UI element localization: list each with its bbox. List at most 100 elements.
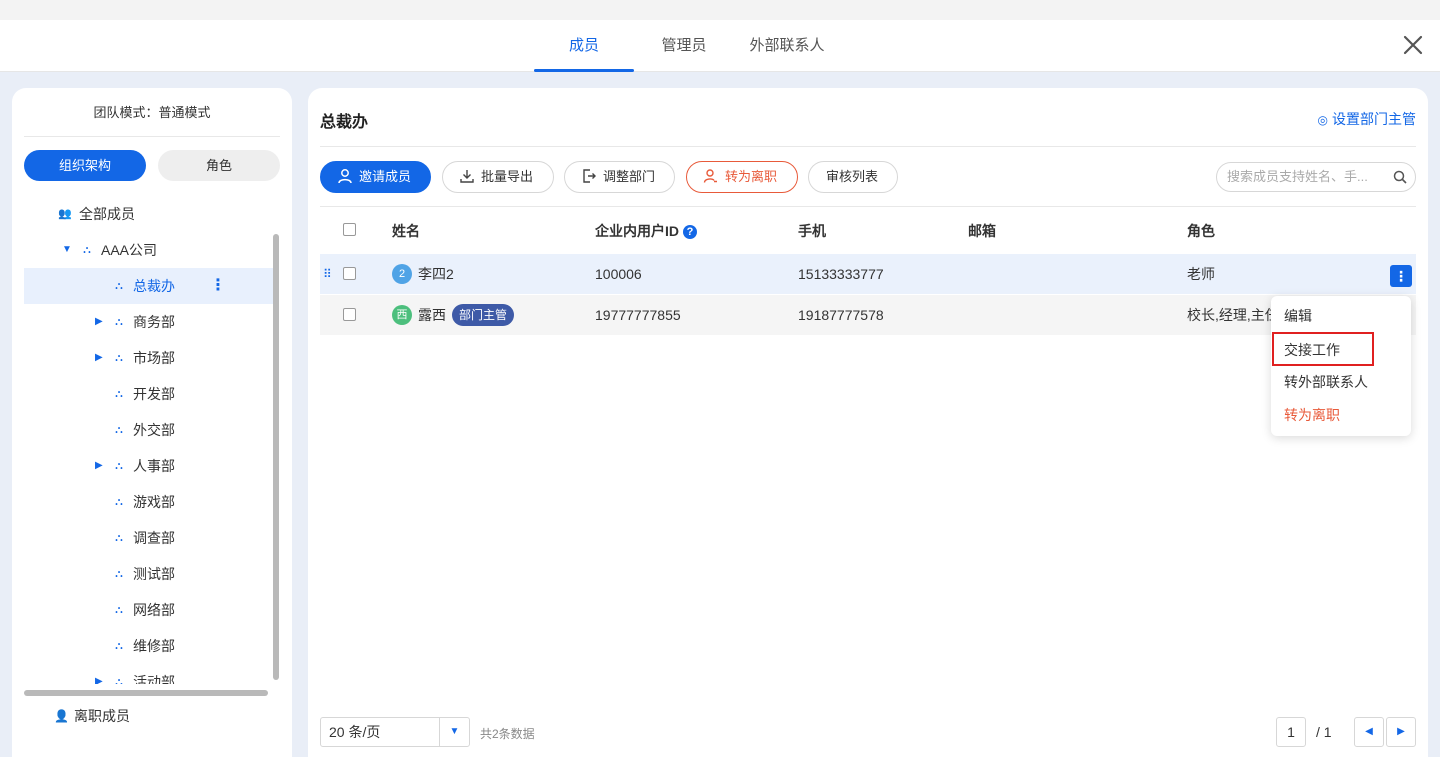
col-header-name: 姓名 [392,223,420,239]
caret-down-icon[interactable]: ▼ [62,232,72,268]
col-header-uid-label: 企业内用户ID [595,223,679,239]
org-icon: ⛬ [115,352,123,364]
tree-item-dev[interactable]: ⛬ 开发部 [24,376,278,412]
member-role: 校长,经理,主任 [1187,307,1279,323]
tree-item-label: 总裁办 [133,278,175,294]
help-icon[interactable]: ? [683,225,697,239]
org-sidebar: 团队模式：普通模式 组织架构 角色 👥 全部成员 ▼ ⛬ AAA公司 ⛬ 总裁办… [12,88,292,757]
window-background [0,0,1440,20]
caret-right-icon[interactable]: ▶ [95,448,105,484]
tree-horizontal-scrollbar[interactable] [24,690,268,696]
caret-right-icon[interactable]: ▶ [95,340,105,376]
row-more-icon[interactable]: ⋮ [1390,265,1412,287]
tree-item-president-office[interactable]: ⛬ 总裁办 ⋮ [24,268,278,304]
select-all-checkbox[interactable] [343,223,356,236]
close-icon[interactable] [1400,32,1426,58]
member-name: 露西 [418,307,446,323]
page-number-input[interactable]: 1 [1276,717,1306,747]
page-size-select[interactable]: 20 条/页 ▼ [320,717,470,747]
row-checkbox[interactable] [343,267,356,280]
tree-item-marketing[interactable]: ▶ ⛬ 市场部 [24,340,278,376]
invite-label: 邀请成员 [359,169,412,184]
review-list-button[interactable]: 审核列表 [808,161,898,193]
user-off-icon: 👤 [54,709,69,723]
tree-item-label: 外交部 [133,422,175,438]
highlight-box [1272,332,1374,366]
set-resigned-button[interactable]: 转为离职 [686,161,798,193]
set-dept-head-link[interactable]: ◎ 设置部门主管 [1318,109,1416,129]
tree-item-all-members[interactable]: 👥 全部成员 [24,196,278,232]
tree-item-label: 测试部 [133,566,175,582]
tree-item-label: 市场部 [133,350,175,366]
user-add-icon [337,162,353,192]
tree-item-company[interactable]: ▼ ⛬ AAA公司 [24,232,278,268]
org-icon: ⛬ [115,280,123,292]
table-row[interactable]: ⠿ 2 李四2 100006 15133333777 老师 ⋮ [320,254,1416,294]
top-tab-bar: 成员 管理员 外部联系人 [0,20,1440,72]
department-tree: 👥 全部成员 ▼ ⛬ AAA公司 ⛬ 总裁办 ⋮ ▶ ⛬ 商务部 ▶ ⛬ 市场部… [24,196,278,684]
caret-right-icon[interactable]: ▶ [95,304,105,340]
org-icon: ⛬ [115,568,123,580]
tree-item-test[interactable]: ⛬ 测试部 [24,556,278,592]
move-icon [581,162,597,192]
caret-right-icon[interactable]: ▶ [95,664,105,684]
tree-item-repair[interactable]: ⛬ 维修部 [24,628,278,664]
tree-item-network[interactable]: ⛬ 网络部 [24,592,278,628]
more-vertical-icon[interactable]: ⋮ [210,268,226,304]
menu-item-to-external[interactable]: 转外部联系人 [1271,366,1411,398]
tree-item-label: 商务部 [133,314,175,330]
tree-vertical-scrollbar[interactable] [273,234,279,680]
tree-item-label: 游戏部 [133,494,175,510]
table-row[interactable]: 西 露西 部门主管 19777777855 19187777578 校长,经理,… [320,295,1416,335]
adjust-dept-button[interactable]: 调整部门 [564,161,675,193]
divider [320,206,1416,207]
tab-members[interactable]: 成员 [534,20,634,72]
set-dept-head-label: 设置部门主管 [1332,111,1416,127]
tree-item-label: 调查部 [133,530,175,546]
resigned-members-label: 离职成员 [74,708,130,724]
search-icon[interactable] [1393,163,1407,191]
org-structure-button[interactable]: 组织架构 [24,150,146,181]
member-panel: 总裁办 ◎ 设置部门主管 邀请成员 批量导出 调整部门 转为离职 审核列表 搜索成… [308,88,1428,757]
row-action-menu: 编辑 交接工作 转外部联系人 转为离职 [1271,296,1411,436]
status-badge: 部门主管 [452,304,515,326]
tree-item-foreign[interactable]: ⛬ 外交部 [24,412,278,448]
role-button[interactable]: 角色 [158,150,280,181]
org-icon: ⛬ [115,532,123,544]
next-page-icon[interactable]: ▶ [1386,717,1416,747]
divider [24,136,280,137]
org-icon: ⛬ [115,640,123,652]
tree-item-survey[interactable]: ⛬ 调查部 [24,520,278,556]
col-header-email: 邮箱 [968,223,996,239]
tab-external-contacts[interactable]: 外部联系人 [732,20,842,72]
tab-list: 成员 管理员 外部联系人 [534,20,842,72]
caret-down-icon[interactable]: ▼ [439,718,469,746]
menu-item-resign[interactable]: 转为离职 [1271,399,1411,431]
org-icon: ⛬ [115,604,123,616]
bulk-export-button[interactable]: 批量导出 [442,161,554,193]
team-mode-title: 团队模式：普通模式 [93,105,211,120]
invite-member-button[interactable]: 邀请成员 [320,161,431,193]
leave-label: 转为离职 [725,169,778,184]
download-icon [459,162,475,192]
export-label: 批量导出 [481,169,534,184]
member-uid: 19777777855 [595,307,681,323]
member-name: 李四2 [418,266,454,282]
search-placeholder: 搜索成员支持姓名、手... [1227,169,1368,184]
prev-page-icon[interactable]: ◀ [1354,717,1384,747]
tree-item-business[interactable]: ▶ ⛬ 商务部 [24,304,278,340]
tree-item-events[interactable]: ▶ ⛬ 活动部 [24,664,278,684]
org-icon: ⛬ [115,460,123,472]
tree-item-hr[interactable]: ▶ ⛬ 人事部 [24,448,278,484]
org-icon: ⛬ [115,316,123,328]
drag-handle-icon[interactable]: ⠿ [323,254,332,294]
tab-admins[interactable]: 管理员 [648,20,720,72]
row-checkbox[interactable] [343,308,356,321]
search-input[interactable]: 搜索成员支持姓名、手... [1216,162,1416,192]
tree-item-label: AAA公司 [101,242,158,258]
total-count: 共2条数据 [480,727,535,741]
menu-item-edit[interactable]: 编辑 [1271,300,1411,332]
divider [320,146,1416,147]
tree-item-game[interactable]: ⛬ 游戏部 [24,484,278,520]
tree-item-label: 开发部 [133,386,175,402]
